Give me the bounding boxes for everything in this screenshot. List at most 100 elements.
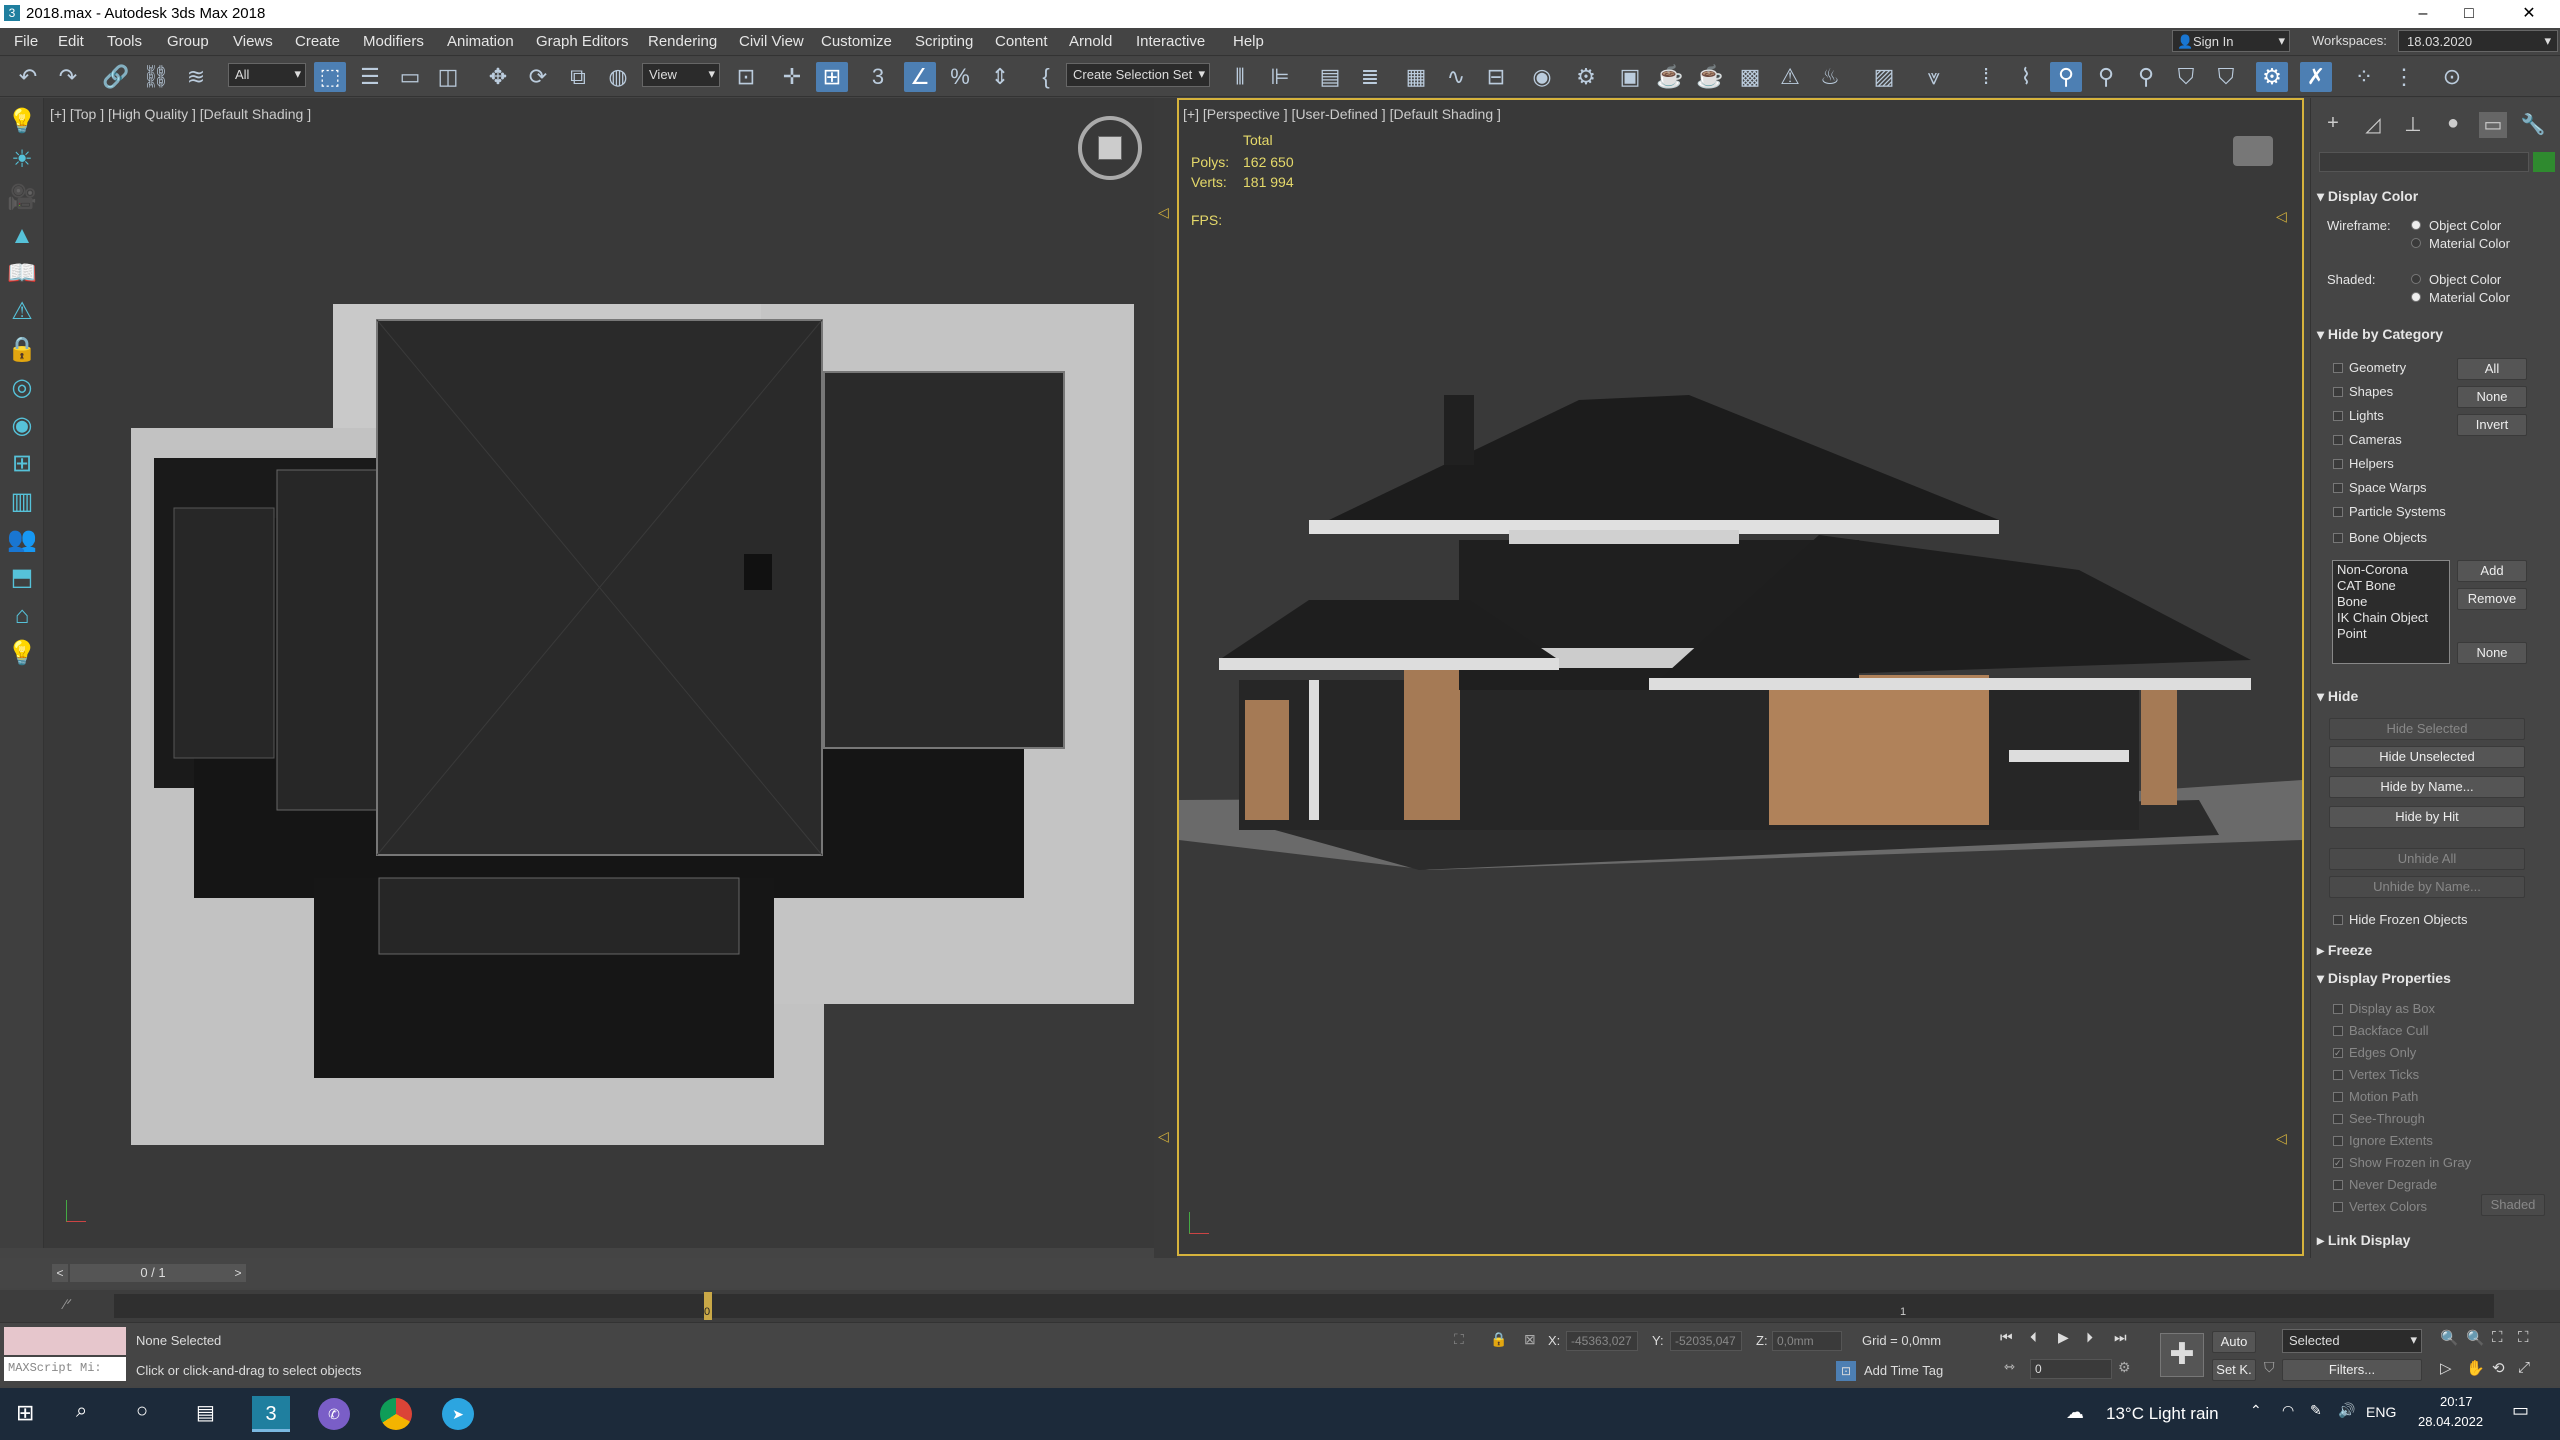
hide-by-name-button[interactable]: Hide by Name...	[2329, 776, 2525, 798]
sign-in-dropdown[interactable]: 👤 Sign In ▾	[2172, 30, 2290, 52]
zoom-icon[interactable]: 🔍	[2440, 1329, 2459, 1347]
motion-tab-icon[interactable]: ●	[2439, 112, 2467, 138]
rollout-hide-by-category[interactable]: ▾ Hide by Category	[2317, 326, 2555, 348]
shaded-object-color-radio[interactable]	[2411, 274, 2421, 284]
select-manipulate-icon[interactable]: ✛	[776, 62, 808, 92]
z-coord-field[interactable]: 0,0mm	[1772, 1331, 1842, 1351]
rect-selection-icon[interactable]: ▭	[394, 62, 426, 92]
scene-explorer-icon[interactable]: ▤	[1314, 62, 1346, 92]
object-name-field[interactable]	[2319, 152, 2529, 172]
lights-checkbox[interactable]	[2333, 411, 2343, 421]
rotate-icon[interactable]: ⟳	[522, 62, 554, 92]
render-iterative-icon[interactable]: ☕	[1694, 62, 1726, 92]
viber-icon[interactable]: ✆	[318, 1398, 350, 1430]
list-item[interactable]: Point	[2337, 626, 2445, 642]
backface-cull-checkbox[interactable]	[2333, 1026, 2343, 1036]
hide-selected-button[interactable]: Hide Selected	[2329, 718, 2525, 740]
weather-text[interactable]: 13°C Light rain	[2106, 1404, 2219, 1424]
telegram-icon[interactable]: ➤	[442, 1398, 474, 1430]
spinner-snap-icon[interactable]: ⇕	[984, 62, 1016, 92]
vertex-colors-checkbox[interactable]	[2333, 1202, 2343, 1212]
add-button[interactable]: Add	[2457, 560, 2527, 582]
input-language[interactable]: ENG	[2366, 1404, 2396, 1420]
grid-icon[interactable]: ⊞	[6, 448, 38, 480]
menu-file[interactable]: File	[14, 33, 38, 50]
array-icon[interactable]: ⁘	[2348, 62, 2380, 92]
spacing-icon[interactable]: ⋮	[2388, 62, 2420, 92]
see-through-checkbox[interactable]	[2333, 1114, 2343, 1124]
render-production-icon[interactable]: ☕	[1654, 62, 1686, 92]
windows-start-icon[interactable]: ⊞	[16, 1400, 34, 1426]
rollout-hide[interactable]: ▾ Hide	[2317, 688, 2555, 710]
light-cone-icon[interactable]: ▲	[6, 220, 38, 252]
bulb-small-icon[interactable]: 💡	[6, 638, 38, 670]
link-icon[interactable]: 🔗	[100, 62, 132, 92]
curve-editor-icon[interactable]: ∕ᐟ	[64, 1296, 72, 1313]
toggle-ribbon-icon[interactable]: ▦	[1400, 62, 1432, 92]
timeline-next-button[interactable]: >	[230, 1264, 246, 1282]
prev-frame-icon[interactable]: ⏴	[2030, 1329, 2037, 1346]
menu-modifiers[interactable]: Modifiers	[363, 33, 424, 50]
menu-create[interactable]: Create	[295, 33, 340, 50]
sun-icon[interactable]: ☀	[6, 144, 38, 176]
helmet-icon[interactable]: ⌂	[6, 600, 38, 632]
time-tag-icon[interactable]: ⊡	[1836, 1361, 1856, 1381]
space-warps-checkbox[interactable]	[2333, 483, 2343, 493]
remove-button[interactable]: Remove	[2457, 588, 2527, 610]
unhide-by-name-button[interactable]: Unhide by Name...	[2329, 876, 2525, 898]
menu-interactive[interactable]: Interactive	[1136, 33, 1205, 50]
light-icon[interactable]: ♨	[1814, 62, 1846, 92]
target-icon[interactable]: ◎	[6, 372, 38, 404]
utilities-tab-icon[interactable]: 🔧	[2519, 112, 2547, 138]
add-time-tag-label[interactable]: Add Time Tag	[1864, 1363, 1943, 1378]
tray-chevron-icon[interactable]: ⌃	[2250, 1402, 2262, 1419]
list-item[interactable]: Non-Corona	[2337, 562, 2445, 578]
filters-button[interactable]: Filters...	[2282, 1359, 2422, 1381]
menu-content[interactable]: Content	[995, 33, 1048, 50]
geometry-checkbox[interactable]	[2333, 363, 2343, 373]
book-icon[interactable]: 📖	[6, 258, 38, 290]
set-key-button[interactable]: Set K.	[2212, 1359, 2256, 1381]
people-icon[interactable]: 👥	[6, 524, 38, 556]
mirror-icon[interactable]: ⫴	[1224, 62, 1256, 92]
arnold-render-icon[interactable]: ▩	[1734, 62, 1766, 92]
unhide-all-button[interactable]: Unhide All	[2329, 848, 2525, 870]
chevron-double-down-icon[interactable]: ⩔	[1918, 62, 1950, 92]
keyboard-shortcut-override-icon[interactable]: ⊞	[816, 62, 848, 92]
motion-path-checkbox[interactable]	[2333, 1092, 2343, 1102]
menu-edit[interactable]: Edit	[58, 33, 84, 50]
film-icon[interactable]: ▥	[6, 486, 38, 518]
menu-animation[interactable]: Animation	[447, 33, 514, 50]
display-tab-icon[interactable]: ▭	[2479, 112, 2507, 138]
list-item[interactable]: Bone	[2337, 594, 2445, 610]
menu-rendering[interactable]: Rendering	[648, 33, 717, 50]
zoom-extents-icon[interactable]: ⛶	[2492, 1329, 2503, 1346]
none-button[interactable]: None	[2457, 386, 2527, 408]
show-frozen-gray-checkbox[interactable]: ✓	[2333, 1158, 2343, 1168]
goto-end-icon[interactable]: ⏭	[2114, 1329, 2127, 1346]
clock-date[interactable]: 28.04.2022	[2418, 1414, 2483, 1429]
snap-face-icon[interactable]: ⛉	[2210, 62, 2242, 92]
menu-help[interactable]: Help	[1233, 33, 1264, 50]
key-filter-icon[interactable]: ⛉	[2264, 1359, 2275, 1376]
warning-icon[interactable]: ⚠	[1774, 62, 1806, 92]
create-tab-icon[interactable]: +	[2319, 112, 2347, 138]
move-icon[interactable]: ✥	[482, 62, 514, 92]
lightbulb-icon[interactable]: 💡	[6, 106, 38, 138]
percent-snap-icon[interactable]: %	[944, 62, 976, 92]
all-button[interactable]: All	[2457, 358, 2527, 380]
absolute-mode-icon[interactable]: ⊠	[1524, 1331, 1536, 1348]
auto-key-button[interactable]: Auto	[2212, 1331, 2256, 1353]
select-object-icon[interactable]: ⬚	[314, 62, 346, 92]
menu-tools[interactable]: Tools	[107, 33, 142, 50]
scale-icon[interactable]: ⧉	[562, 62, 594, 92]
task-view-icon[interactable]: ▤	[196, 1400, 215, 1425]
shapes-checkbox[interactable]	[2333, 387, 2343, 397]
menu-group[interactable]: Group	[167, 33, 209, 50]
edges-only-checkbox[interactable]: ✓	[2333, 1048, 2343, 1058]
minimize-button[interactable]: –	[2400, 0, 2446, 28]
menu-scripting[interactable]: Scripting	[915, 33, 973, 50]
timeline-prev-button[interactable]: <	[52, 1264, 68, 1282]
list-item[interactable]: IK Chain Object	[2337, 610, 2445, 626]
snapshot-icon[interactable]: ⊙	[2436, 62, 2468, 92]
